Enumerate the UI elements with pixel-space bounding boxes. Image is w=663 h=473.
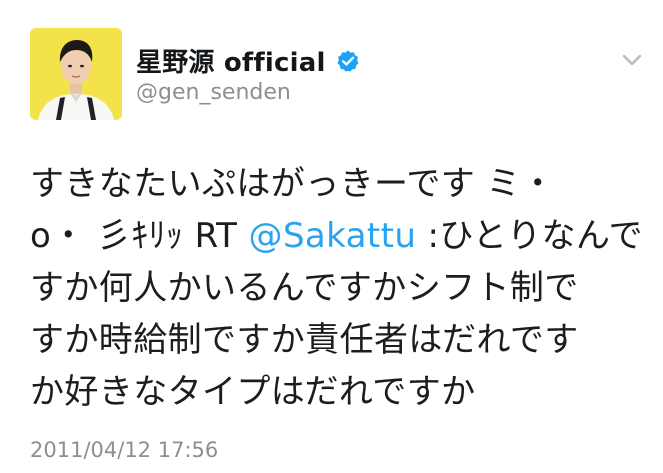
tweet-timestamp[interactable]: 2011/04/12 17:56 (30, 438, 218, 462)
chevron-down-icon[interactable] (620, 50, 644, 70)
tweet-text-segment: :ひとりなんで (416, 216, 644, 256)
author-name-line: 星野源 official (136, 42, 360, 79)
tweet-text-segment: o・ 彡ｷﾘｯ RT (30, 216, 249, 256)
tweet-text-segment: か好きなタイプはだれですか (30, 372, 476, 412)
author-display-name[interactable]: 星野源 official (136, 42, 326, 79)
tweet-text-line-5: か好きなタイプはだれですか (30, 366, 642, 418)
avatar[interactable] (30, 28, 122, 120)
tweet-text-line-2: o・ 彡ｷﾘｯ RT @Sakattu :ひとりなんで (30, 210, 644, 262)
tweet-text-segment: すか時給制ですか責任者はだれです (30, 320, 579, 360)
tweet-text-line-3: すか何人かいるんですかシフト制で (30, 262, 642, 314)
profile-photo (30, 28, 122, 120)
tweet-text-line-4: すか時給制ですか責任者はだれです (30, 314, 642, 366)
mention-link[interactable]: @Sakattu (249, 216, 417, 256)
tweet-card: 星野源 official @gen_senden すきなたいぷはがっきーです ミ… (0, 0, 663, 473)
tweet-text-segment: すきなたいぷはがっきーです ミ・ (30, 164, 556, 204)
tweet-text-line-1: すきなたいぷはがっきーです ミ・ (30, 158, 642, 210)
tweet-text: すきなたいぷはがっきーです ミ・ o・ 彡ｷﾘｯ RT @Sakattu :ひと… (30, 158, 644, 418)
verified-badge-icon (336, 49, 360, 73)
tweet-text-segment: すか何人かいるんですかシフト制で (30, 268, 579, 308)
author-handle[interactable]: @gen_senden (136, 80, 291, 105)
